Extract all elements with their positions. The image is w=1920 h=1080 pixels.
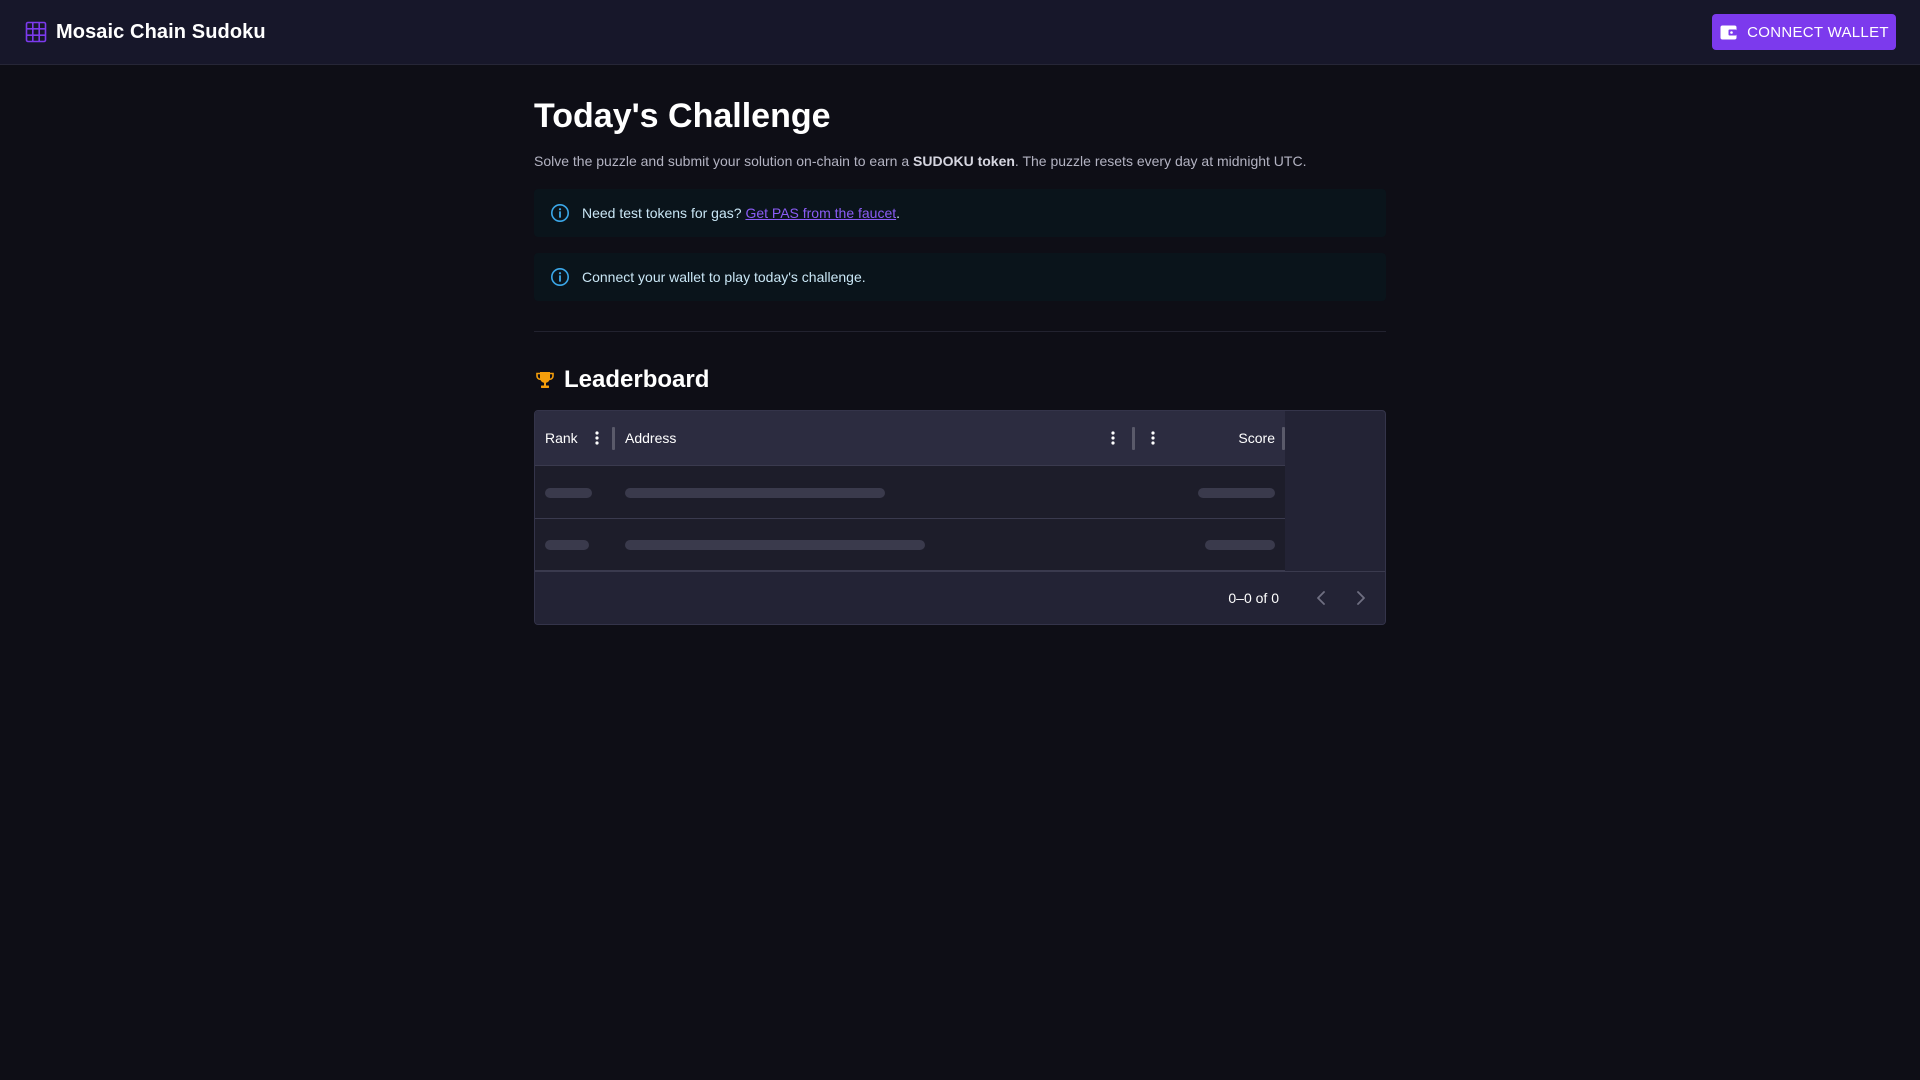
faucet-text-after: . — [896, 205, 901, 221]
table-row — [535, 519, 1285, 571]
table-row — [535, 467, 1285, 519]
loading-skeleton — [1198, 488, 1275, 498]
chevron-right-icon[interactable] — [1347, 584, 1375, 612]
leaderboard-title: Leaderboard — [564, 366, 710, 393]
grid-footer: 0–0 of 0 — [535, 571, 1385, 624]
column-menu-icon[interactable] — [589, 428, 605, 448]
pagination-range: 0–0 of 0 — [1228, 590, 1279, 606]
faucet-text-before: Need test tokens for gas? — [582, 205, 746, 221]
challenge-description: Solve the puzzle and submit your solutio… — [534, 151, 1386, 171]
main-content: Today's Challenge Solve the puzzle and s… — [534, 65, 1386, 625]
trophy-icon — [534, 369, 556, 391]
column-header-score-menu[interactable] — [1135, 411, 1175, 466]
info-icon — [550, 203, 570, 223]
section-divider — [534, 331, 1386, 332]
loading-skeleton — [625, 540, 925, 550]
column-address-label: Address — [625, 430, 677, 446]
leaderboard-grid: Rank Address Score 0–0 of 0 — [534, 410, 1386, 625]
faucet-link[interactable]: Get PAS from the faucet — [745, 205, 896, 221]
loading-skeleton — [625, 488, 885, 498]
wallet-icon — [1719, 23, 1737, 41]
faucet-alert-text: Need test tokens for gas? Get PAS from t… — [582, 205, 900, 221]
page-title: Today's Challenge — [534, 97, 831, 135]
column-separator[interactable] — [1282, 426, 1285, 450]
connect-wallet-alert: Connect your wallet to play today's chal… — [534, 253, 1386, 301]
faucet-alert: Need test tokens for gas? Get PAS from t… — [534, 189, 1386, 237]
connect-alert-text: Connect your wallet to play today's chal… — [582, 269, 866, 285]
connect-wallet-button[interactable]: CONNECT WALLET — [1712, 14, 1896, 50]
column-header-rank[interactable]: Rank — [535, 411, 615, 466]
loading-skeleton — [545, 488, 592, 498]
column-header-score[interactable]: Score — [1175, 411, 1285, 466]
grid-header-row: Rank Address Score — [535, 411, 1285, 466]
column-rank-label: Rank — [545, 430, 578, 446]
grid-icon — [24, 20, 48, 44]
loading-skeleton — [545, 540, 589, 550]
leaderboard-header: Leaderboard — [534, 364, 1386, 396]
app-title: Mosaic Chain Sudoku — [56, 20, 266, 43]
description-text-end: . The puzzle resets every day at midnigh… — [1014, 153, 1307, 169]
column-score-label: Score — [1238, 430, 1275, 446]
brand[interactable]: Mosaic Chain Sudoku — [24, 20, 266, 44]
connect-wallet-label: CONNECT WALLET — [1747, 23, 1889, 41]
chevron-left-icon[interactable] — [1307, 584, 1335, 612]
loading-skeleton — [1205, 540, 1275, 550]
column-menu-icon[interactable] — [1145, 428, 1161, 448]
column-header-address[interactable]: Address — [615, 411, 1135, 466]
description-text-start: Solve the puzzle and submit your solutio… — [534, 153, 914, 169]
column-menu-icon[interactable] — [1105, 428, 1121, 448]
app-bar: Mosaic Chain Sudoku CONNECT WALLET — [0, 0, 1920, 65]
token-name: SUDOKU token — [913, 153, 1015, 169]
info-icon — [550, 267, 570, 287]
